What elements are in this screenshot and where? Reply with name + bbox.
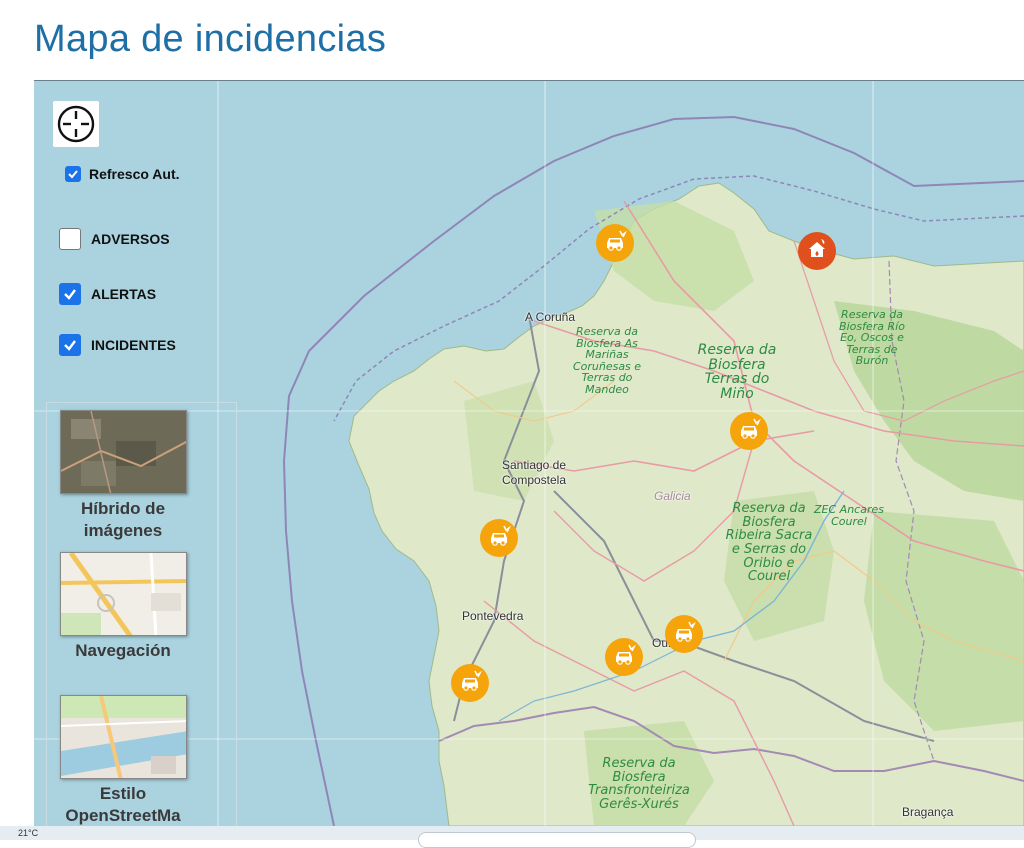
alertas-checkbox[interactable] [59, 283, 81, 305]
house-fire-icon [805, 237, 829, 266]
place-label-braganca: Bragança [902, 805, 954, 819]
reserve-label: ZEC Ancares Courel [814, 503, 884, 528]
check-icon [64, 340, 76, 351]
place-label-pontevedra: Pontevedra [462, 609, 524, 623]
layer-thumb-navigation[interactable] [60, 552, 187, 636]
reserve-label: Reserva da Biosfera As Mariñas Coruñesas… [572, 325, 642, 396]
car-crash-icon [672, 621, 696, 648]
layer-label-osm[interactable]: Estilo OpenStreetMa [47, 783, 199, 827]
filter-row-incidentes[interactable]: INCIDENTES [59, 334, 176, 356]
region-label-galicia: Galicia [654, 489, 691, 503]
adversos-checkbox[interactable] [59, 228, 81, 250]
car-crash-icon [458, 670, 482, 697]
filter-row-alertas[interactable]: ALERTAS [59, 283, 156, 305]
place-label-santiago: Santiago de Compostela [501, 458, 567, 487]
filter-row-adversos[interactable]: ADVERSOS [59, 228, 170, 250]
alert-marker[interactable] [480, 519, 518, 557]
basemap-switcher: Híbrido de imágenes Navegación Estilo Op… [46, 402, 237, 827]
car-crash-icon [603, 230, 627, 257]
reserve-label: Reserva da Biosfera Ribeira Sacra e Serr… [725, 501, 813, 585]
alert-marker[interactable] [665, 615, 703, 653]
car-crash-icon [737, 418, 761, 445]
alert-marker[interactable] [596, 224, 634, 262]
check-icon [68, 170, 78, 179]
osm-thumbnail [61, 696, 186, 778]
layer-label-navigation[interactable]: Navegación [47, 640, 199, 662]
layer-thumb-osm[interactable] [60, 695, 187, 779]
reserve-label: Reserva da Biosfera Río Eo, Oscos e Terr… [839, 308, 905, 368]
page-title: Mapa de incidencias [34, 18, 387, 60]
auto-refresh-checkbox[interactable] [65, 166, 81, 182]
auto-refresh-row[interactable]: Refresco Aut. [65, 166, 180, 182]
adverse-marker[interactable] [798, 232, 836, 270]
layer-thumb-hybrid[interactable] [60, 410, 187, 494]
incidentes-checkbox[interactable] [59, 334, 81, 356]
taskbar-search[interactable] [418, 832, 696, 848]
place-label-a-coruna: A Coruña [525, 310, 576, 324]
locate-button[interactable] [53, 101, 99, 147]
alert-marker[interactable] [730, 412, 768, 450]
adversos-label: ADVERSOS [91, 231, 170, 247]
incidentes-label: INCIDENTES [91, 337, 176, 353]
navigation-thumbnail [61, 553, 186, 635]
car-crash-icon [487, 525, 511, 552]
satellite-thumbnail [61, 411, 186, 493]
alertas-label: ALERTAS [91, 286, 157, 302]
auto-refresh-label: Refresco Aut. [89, 166, 180, 182]
reserve-label: Reserva da Biosfera Terras do Miño [697, 342, 777, 403]
control-panel: Refresco Aut. ADVERSOS ALERTAS INCIDENTE… [34, 81, 240, 827]
car-crash-icon [612, 644, 636, 671]
weather-widget[interactable]: 21°C [18, 828, 38, 838]
alert-marker[interactable] [451, 664, 489, 702]
reserve-label: Reserva da Biosfera Transfronteiriza Ger… [588, 756, 690, 812]
crosshair-icon [57, 105, 95, 143]
layer-label-hybrid[interactable]: Híbrido de imágenes [47, 498, 199, 542]
taskbar: 21°C [0, 826, 1024, 848]
alert-marker[interactable] [605, 638, 643, 676]
check-icon [64, 289, 76, 300]
